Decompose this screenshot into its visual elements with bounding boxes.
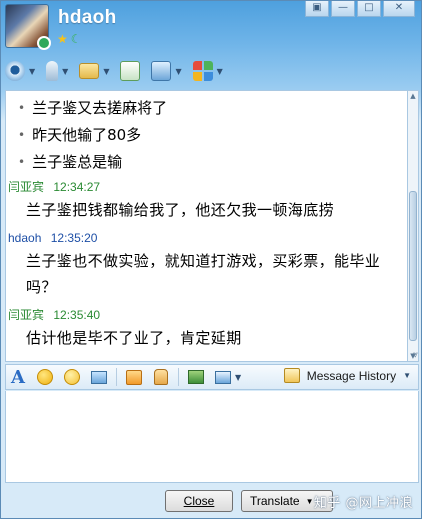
file-transfer-button[interactable]: ▼ [79,63,109,79]
close-button[interactable]: Close [165,490,233,512]
chat-window: hdaoh ★ ☾ ▣ — □ ✕ ▼ ▼ ▼ ▼ ▼ • 兰子鉴又去搓麻将了 … [0,0,422,519]
emoji-button[interactable] [35,367,55,387]
window-controls: ▣ — □ ✕ [305,1,415,17]
message-history-button[interactable]: Message History ▼ [283,368,411,383]
emoticon-icon [64,369,80,385]
apps-button[interactable]: ▼ [192,61,223,81]
hand-icon [154,369,168,385]
close-button-label: Close [183,494,215,508]
apps-icon [192,61,213,81]
image-icon [188,370,204,384]
screenshot-button[interactable] [213,367,233,387]
chevron-down-icon: ▼ [62,66,69,76]
chat-history[interactable]: • 兰子鉴又去搓麻将了 • 昨天他输了80多 • 兰子鉴总是输 闫亚宾 12:3… [5,90,407,362]
chevron-down-icon: ▼ [403,371,411,380]
sender-name: hdaoh [8,231,42,245]
main-toolbar: ▼ ▼ ▼ ▼ ▼ [5,56,234,86]
video-icon [5,61,25,81]
history-icon [283,368,300,383]
video-call-button[interactable]: ▼ [5,61,35,81]
bullet-icon: • [18,154,26,169]
chevron-down-icon: ▼ [175,66,182,76]
sender-name: 闫亚宾 [8,308,45,322]
status-icons: ★ ☾ [57,33,82,46]
voice-call-button[interactable]: ▼ [46,61,68,81]
chevron-down-icon: ▼ [103,66,110,76]
screen-share-icon [151,61,172,81]
chevron-down-icon: ▼ [305,496,314,506]
smile-icon [37,369,53,385]
divider [116,368,117,386]
screen-share-button[interactable]: ▼ [151,61,182,81]
emoticon-button[interactable] [62,367,82,387]
close-icon[interactable]: ✕ [383,1,415,17]
group-chat-button[interactable] [120,61,141,81]
magic-picture-icon [91,370,107,384]
format-toolbar: A ▼ Message History ▼ [5,364,419,390]
watermark: 知乎 @网上冲浪 [313,496,413,511]
online-status-icon [37,36,51,50]
font-icon[interactable]: A [8,367,28,388]
scroll-thumb[interactable] [409,191,417,341]
message-time: 12:35:20 [50,231,98,245]
menu-icon[interactable]: ▣ [305,1,329,17]
microphone-icon [46,61,59,81]
list-item: • 昨天他输了80多 [18,125,142,144]
scroll-up-icon[interactable]: ▲ [409,92,417,100]
translate-button-label: Translate [250,494,300,508]
chevron-down-icon[interactable]: ▼ [235,373,241,382]
chevron-down-icon: ▼ [216,66,223,76]
message-input[interactable] [5,391,419,483]
message-text: 兰子鉴把钱都输给我了，他还欠我一顿海底捞 [26,201,335,219]
message-header: 闫亚宾 12:35:40 [8,308,407,323]
magic-picture-button[interactable] [89,367,109,387]
message-header: hdaoh 12:35:20 [8,231,407,246]
moon-icon: ☾ [70,32,82,46]
contact-name: hdaoh [58,7,117,28]
message-history-label: Message History [306,368,397,383]
chat-scrollbar[interactable]: ▲ ▼ [407,90,419,362]
divider [178,368,179,386]
gift-icon [126,369,142,385]
maximize-icon[interactable]: □ [357,1,381,17]
chat-plus-icon [120,61,141,81]
contact-avatar[interactable] [5,4,51,50]
bullet-icon: • [18,100,26,115]
collapse-icon[interactable]: ⩔ [413,350,418,360]
list-item: • 兰子鉴总是输 [18,152,123,171]
minimize-icon[interactable]: — [331,1,355,17]
star-icon: ★ [57,32,68,46]
list-item: • 兰子鉴又去搓麻将了 [18,98,168,117]
message-time: 12:34:27 [53,180,101,194]
message-text: 估计他是毕不了业了，肯定延期 [26,329,242,347]
message-time: 12:35:40 [53,308,101,322]
gift-button[interactable] [124,367,144,387]
chevron-down-icon: ▼ [29,66,36,76]
message-text: 兰子鉴也不做实验，就知道打游戏，买彩票，能毕业吗？ [26,252,381,296]
nudge-button[interactable] [151,367,171,387]
screenshot-icon [215,370,231,384]
file-transfer-icon [79,63,100,79]
message-header: 闫亚宾 12:34:27 [8,180,407,195]
send-image-button[interactable] [186,367,206,387]
bullet-icon: • [18,127,26,142]
sender-name: 闫亚宾 [8,180,45,194]
